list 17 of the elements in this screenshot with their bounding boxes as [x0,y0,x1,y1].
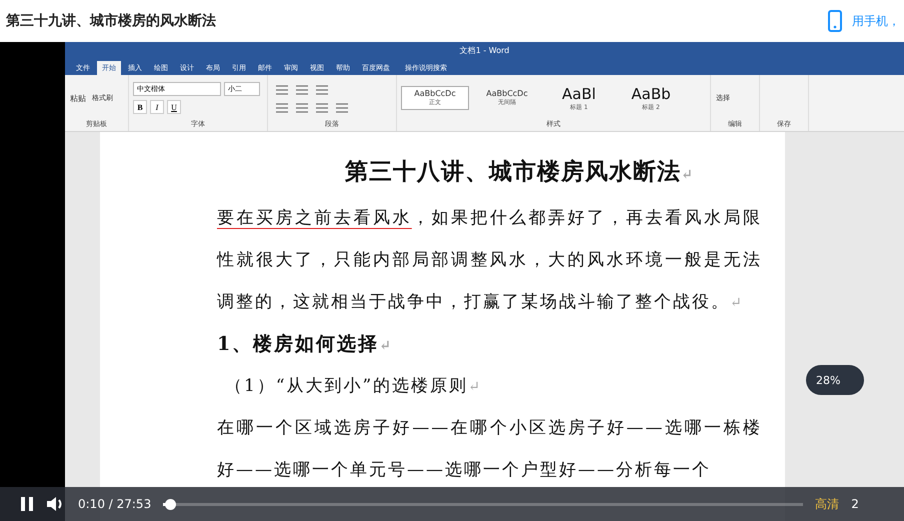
quality-button[interactable]: 高清 [815,496,840,512]
speed-button[interactable]: 2 [851,497,859,511]
window-title: 文档1 - Word [460,45,510,56]
paste-button[interactable]: 粘贴 [69,92,87,104]
document-text: 第三十八讲、城市楼房风水断法↵ [344,157,695,187]
memory-meter: 28% [806,365,864,395]
document-text: （1）“从大到小”的选楼原则↵ [224,375,483,398]
format-button[interactable]: I [150,100,164,114]
document-text: 要在买房之前去看风水，如果把什么都弄好了，再去看风水局限性就很大了，只能内部局部调整风水，大的风水环境一般是无法调整的，这就相当于战争中，打赢了某场战斗输了整个战役。↵ [217,207,762,314]
format-button[interactable]: B [133,100,147,114]
video-title: 第三十九讲、城市楼房的风水断法 [5,12,216,30]
document-text: 1、楼房如何选择↵ [217,332,394,357]
playback-time: 0:10 / 27:53 [78,497,152,511]
phone-icon [828,10,842,32]
pause-button[interactable] [20,496,34,512]
document-text: 在哪一个区域选房子好——在哪个小区选房子好——选哪一栋楼好——选哪一个单元号——选哪一个户型好——分析每一个 [217,417,762,482]
format-button[interactable]: U [167,100,181,114]
